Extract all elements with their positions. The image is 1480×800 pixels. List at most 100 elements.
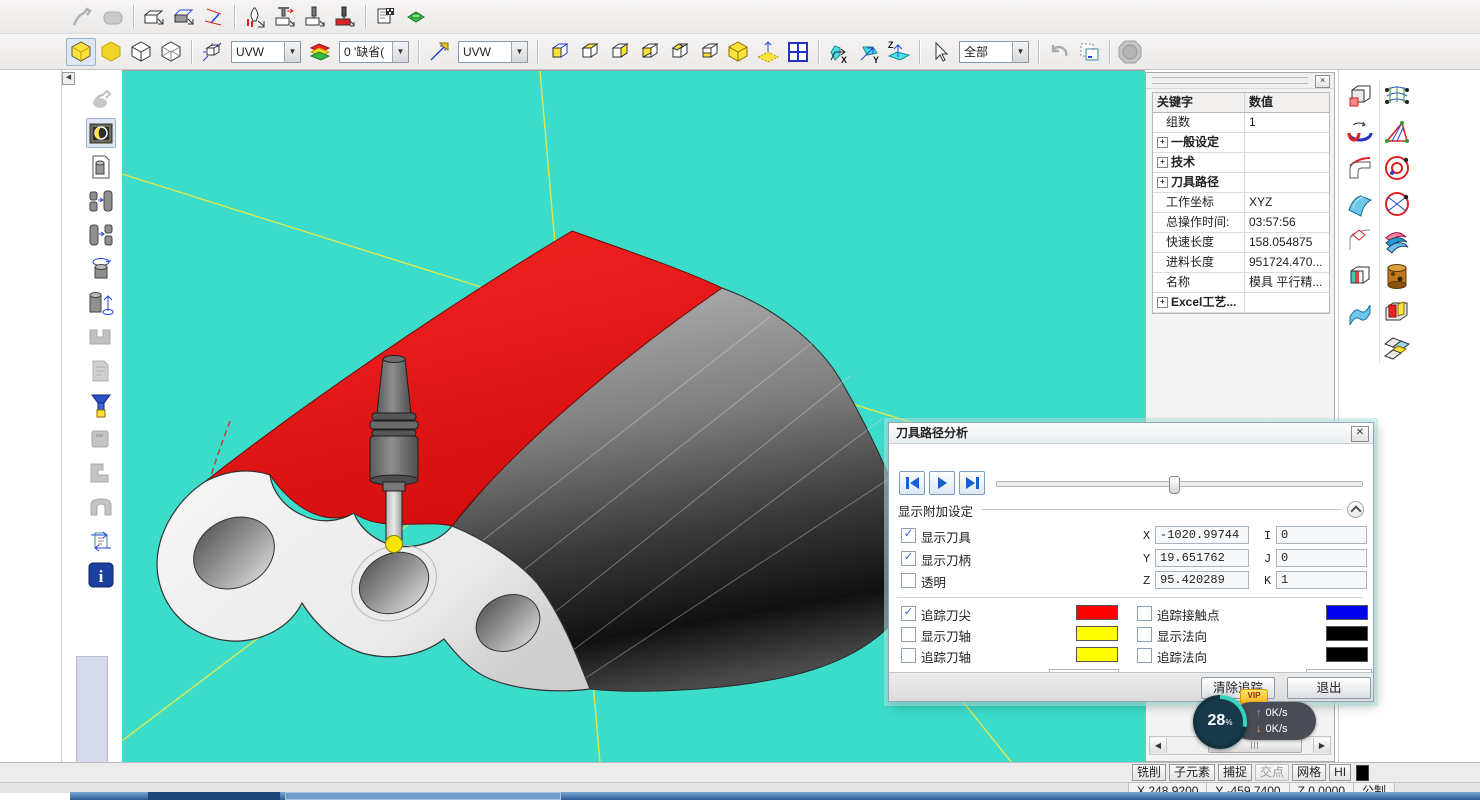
surface-stack-icon[interactable] — [1381, 224, 1413, 256]
panel-grip[interactable] — [1152, 77, 1308, 84]
k-direction-field[interactable]: 1 — [1276, 571, 1367, 589]
go-to-start-button[interactable] — [899, 471, 925, 495]
axis-y-icon[interactable]: Y — [854, 38, 884, 66]
plane-normal-icon[interactable] — [753, 38, 783, 66]
nc-report-icon[interactable] — [371, 3, 401, 31]
layer-combo[interactable]: 0 '缺省(▼ — [339, 41, 409, 63]
panel-title-bar[interactable]: × — [1146, 73, 1334, 89]
show-normal-color-swatch[interactable] — [1326, 626, 1368, 641]
play-button[interactable] — [929, 471, 955, 495]
column-header-value[interactable]: 数值 — [1245, 93, 1329, 112]
trace-axis-color-swatch[interactable] — [1076, 647, 1118, 662]
expand-icon[interactable] — [1157, 258, 1163, 267]
tool-holder-icon[interactable] — [86, 390, 116, 420]
pocket-blank-icon[interactable] — [98, 3, 128, 31]
expand-icon[interactable]: + — [1157, 177, 1168, 188]
robot-arm-icon[interactable] — [68, 3, 98, 31]
table-row[interactable]: +技术 — [1153, 153, 1329, 173]
table-row[interactable]: +一般设定 — [1153, 133, 1329, 153]
post-process-icon[interactable] — [401, 3, 431, 31]
stock-document-icon[interactable] — [86, 152, 116, 182]
stop-icon[interactable] — [1115, 38, 1145, 66]
x-position-field[interactable]: -1020.99744 — [1155, 526, 1249, 544]
go-to-end-button[interactable] — [959, 471, 985, 495]
multi-face-icon[interactable] — [1344, 260, 1376, 292]
stock-height-icon[interactable] — [86, 288, 116, 318]
corner-patch-icon[interactable] — [1344, 224, 1376, 256]
show-normal-checkbox[interactable] — [1137, 627, 1152, 642]
table-row[interactable]: 名称模具 平行精... — [1153, 273, 1329, 293]
show-holder-checkbox[interactable] — [901, 551, 916, 566]
patch-face-icon[interactable] — [1381, 332, 1413, 364]
chevron-down-icon[interactable]: ▼ — [511, 42, 527, 62]
uvw-combo-2[interactable]: UVW▼ — [458, 41, 528, 63]
table-row[interactable]: 总操作时间:03:57:56 — [1153, 213, 1329, 233]
torus-icon[interactable] — [1344, 116, 1376, 148]
split-stock-icon[interactable] — [86, 220, 116, 250]
measure-distance-icon[interactable] — [199, 3, 229, 31]
collapse-left-toolbar-button[interactable]: ◀ — [62, 72, 75, 85]
view-iso-cube-icon[interactable] — [723, 38, 753, 66]
triangle-mesh-icon[interactable] — [1381, 116, 1413, 148]
trace-tip-checkbox[interactable] — [901, 606, 916, 621]
undo-icon[interactable] — [1044, 38, 1074, 66]
transfer-document-icon[interactable] — [86, 526, 116, 556]
trace-normal-checkbox[interactable] — [1137, 648, 1152, 663]
chevron-down-icon[interactable]: ▼ — [1012, 42, 1028, 62]
table-row[interactable]: 进料长度951724.470... — [1153, 253, 1329, 273]
solid-box-icon[interactable] — [1344, 80, 1376, 112]
dialog-close-button[interactable]: ✕ — [1351, 426, 1369, 442]
stock-box-icon[interactable] — [139, 3, 169, 31]
shaded-cube-icon[interactable] — [66, 38, 96, 66]
dialog-title-bar[interactable]: 刀具路径分析 ✕ — [889, 423, 1373, 444]
colored-faces-icon[interactable] — [1381, 296, 1413, 328]
concentric-circles-icon[interactable] — [1381, 152, 1413, 184]
textured-cylinder-icon[interactable] — [1381, 260, 1413, 292]
column-header-key[interactable]: 关键字 — [1153, 93, 1245, 112]
wireframe-cube-icon[interactable] — [126, 38, 156, 66]
grid-icon[interactable] — [783, 38, 813, 66]
axes-cube-icon[interactable] — [197, 38, 227, 66]
toggle-grid[interactable]: 网格 — [1292, 764, 1326, 781]
toggle-intersection[interactable]: 交点 — [1255, 764, 1289, 781]
uvw-arrow-icon[interactable] — [424, 38, 454, 66]
windows-taskbar[interactable] — [70, 792, 1480, 800]
view-bottom-cube-icon[interactable] — [693, 38, 723, 66]
view-front-cube-icon[interactable] — [543, 38, 573, 66]
filter-combo[interactable]: 全部▼ — [959, 41, 1029, 63]
view-left-cube-icon[interactable] — [603, 38, 633, 66]
exit-button[interactable]: 退出 — [1287, 677, 1371, 699]
taskbar-segment[interactable] — [285, 792, 561, 800]
transparent-checkbox[interactable] — [901, 573, 916, 588]
stock-box-blue-icon[interactable] — [169, 3, 199, 31]
drill-block-icon[interactable] — [300, 3, 330, 31]
trace-contact-color-swatch[interactable] — [1326, 605, 1368, 620]
panel-close-button[interactable]: × — [1315, 75, 1330, 88]
table-row[interactable]: +Excel工艺... — [1153, 293, 1329, 313]
drill-tool-icon[interactable] — [240, 3, 270, 31]
expand-icon[interactable] — [1157, 278, 1163, 287]
simulation-view-icon[interactable] — [86, 118, 116, 148]
toolpath-box-icon[interactable] — [270, 3, 300, 31]
compare-stock-icon[interactable] — [86, 186, 116, 216]
scroll-right-arrow-icon[interactable]: ▶ — [1313, 738, 1330, 753]
swept-surface-icon[interactable] — [1344, 188, 1376, 220]
z-position-field[interactable]: 95.420289 — [1155, 571, 1249, 589]
rotate-stock-icon[interactable] — [86, 254, 116, 284]
show-tool-checkbox[interactable] — [901, 528, 916, 543]
chevron-down-icon[interactable]: ▼ — [284, 42, 300, 62]
expand-icon[interactable]: + — [1157, 137, 1168, 148]
clipboard-icon[interactable] — [1074, 38, 1104, 66]
playback-slider[interactable] — [996, 481, 1363, 487]
color-indicator-swatch[interactable] — [1356, 765, 1369, 781]
axis-z-icon[interactable]: Z — [884, 38, 914, 66]
j-direction-field[interactable]: 0 — [1276, 549, 1367, 567]
table-row[interactable]: +刀具路径 — [1153, 173, 1329, 193]
slider-thumb[interactable] — [1169, 476, 1180, 494]
scroll-left-arrow-icon[interactable]: ◀ — [1150, 738, 1167, 753]
i-direction-field[interactable]: 0 — [1276, 526, 1367, 544]
fillet-icon[interactable] — [1344, 152, 1376, 184]
toggle-snap[interactable]: 捕捉 — [1218, 764, 1252, 781]
view-back-cube-icon[interactable] — [573, 38, 603, 66]
toggle-milling[interactable]: 铣削 — [1132, 764, 1166, 781]
